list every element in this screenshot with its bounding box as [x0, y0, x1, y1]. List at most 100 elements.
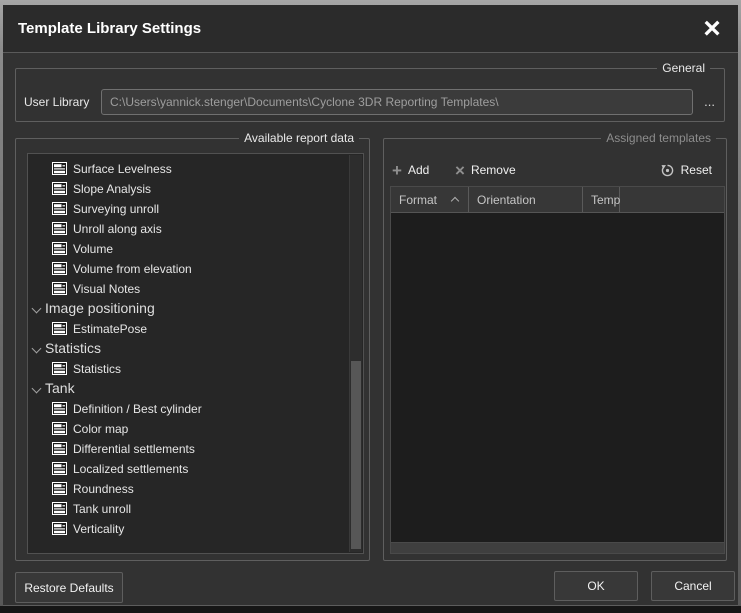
reset-circular-arrow-icon [660, 163, 675, 178]
chevron-down-icon [32, 304, 42, 314]
report-template-icon [52, 202, 67, 215]
column-header-format[interactable]: Format [391, 187, 469, 212]
column-header-label: Temp [591, 193, 620, 207]
close-icon[interactable]: × [696, 9, 728, 49]
tree-item-label: Tank unroll [73, 502, 131, 516]
report-template-icon [52, 162, 67, 175]
window-frame: Template Library Settings × General User… [0, 0, 741, 613]
tree-item-volume-from-elevation[interactable]: Volume from elevation [28, 259, 349, 279]
tree-item-label: Localized settlements [73, 462, 188, 476]
cancel-button[interactable]: Cancel [651, 571, 735, 601]
chevron-down-icon [32, 384, 42, 394]
vertical-scrollbar[interactable] [349, 155, 362, 552]
report-template-icon [52, 222, 67, 235]
dialog-title: Template Library Settings [18, 5, 201, 53]
tree-item-color-map[interactable]: Color map [28, 419, 349, 439]
available-group-title: Available report data [239, 131, 359, 145]
user-library-label: User Library [24, 95, 89, 109]
tree-group-tank[interactable]: Tank [28, 379, 349, 399]
column-header-orientation[interactable]: Orientation [469, 187, 583, 212]
general-group: General User Library C:\Users\yannick.st… [15, 68, 725, 122]
remove-button-label: Remove [471, 163, 516, 177]
tree-group-label: Image positioning [45, 300, 155, 316]
column-header-label: Orientation [477, 193, 536, 207]
table-header-row: Format Orientation Temp [391, 187, 724, 213]
tree-item-label: Surface Levelness [73, 162, 172, 176]
tree-item-label: Volume from elevation [73, 262, 192, 276]
table-body[interactable] [391, 213, 724, 529]
tree-item-localized-settlements[interactable]: Localized settlements [28, 459, 349, 479]
report-tree-panel: Surface Levelness Slope Analysis Surveyi… [27, 153, 364, 554]
tree-item-label: Verticality [73, 522, 124, 536]
tree-group-statistics[interactable]: Statistics [28, 339, 349, 359]
report-template-icon [52, 282, 67, 295]
tree-item-statistics[interactable]: Statistics [28, 359, 349, 379]
add-button-label: Add [408, 163, 429, 177]
report-template-icon [52, 262, 67, 275]
chevron-down-icon [32, 344, 42, 354]
add-button[interactable]: + Add [392, 159, 429, 181]
report-template-icon [52, 422, 67, 435]
tree-item-visual-notes[interactable]: Visual Notes [28, 279, 349, 299]
tree-item-differential-settlements[interactable]: Differential settlements [28, 439, 349, 459]
tree-item-label: Roundness [73, 482, 134, 496]
tree-item-unroll-along-axis[interactable]: Unroll along axis [28, 219, 349, 239]
horizontal-scrollbar[interactable] [390, 542, 725, 554]
tree-group-label: Tank [45, 380, 75, 396]
tree-item-estimatepose[interactable]: EstimatePose [28, 319, 349, 339]
tree-item-verticality[interactable]: Verticality [28, 519, 349, 539]
column-header-empty[interactable] [620, 187, 724, 212]
tree-item-label: Slope Analysis [73, 182, 151, 196]
remove-button[interactable]: × Remove [455, 159, 516, 181]
plus-icon: + [392, 162, 402, 179]
assigned-templates-table[interactable]: Format Orientation Temp [390, 186, 725, 554]
report-template-icon [52, 482, 67, 495]
reset-button[interactable]: Reset [660, 159, 712, 181]
report-template-icon [52, 502, 67, 515]
tree-item-definition-best-cylinder[interactable]: Definition / Best cylinder [28, 399, 349, 419]
tree-item-label: Unroll along axis [73, 222, 162, 236]
tree-item-label: Color map [73, 422, 128, 436]
tree-item-volume[interactable]: Volume [28, 239, 349, 259]
ok-button[interactable]: OK [554, 571, 638, 601]
report-template-icon [52, 442, 67, 455]
report-template-icon [52, 182, 67, 195]
tree-group-image-positioning[interactable]: Image positioning [28, 299, 349, 319]
tree-item-surface-levelness[interactable]: Surface Levelness [28, 159, 349, 179]
column-header-temp[interactable]: Temp [583, 187, 620, 212]
tree-item-label: Statistics [73, 362, 121, 376]
assigned-group-title: Assigned templates [601, 131, 716, 145]
tree-item-surveying-unroll[interactable]: Surveying unroll [28, 199, 349, 219]
reset-button-label: Reset [681, 163, 712, 177]
browse-button[interactable]: ... [700, 89, 719, 115]
report-template-icon [52, 522, 67, 535]
tree-item-label: Differential settlements [73, 442, 195, 456]
report-tree: Surface Levelness Slope Analysis Surveyi… [28, 159, 349, 539]
tree-item-label: Definition / Best cylinder [73, 402, 202, 416]
general-group-title: General [657, 61, 710, 75]
tree-item-slope-analysis[interactable]: Slope Analysis [28, 179, 349, 199]
template-library-settings-dialog: Template Library Settings × General User… [3, 5, 738, 606]
tree-item-label: Visual Notes [73, 282, 140, 296]
report-template-icon [52, 462, 67, 475]
tree-item-label: Volume [73, 242, 113, 256]
window-frame-bottom [0, 606, 741, 613]
tree-group-label: Statistics [45, 340, 101, 356]
tree-item-label: EstimatePose [73, 322, 147, 336]
tree-item-tank-unroll[interactable]: Tank unroll [28, 499, 349, 519]
tree-item-label: Surveying unroll [73, 202, 159, 216]
cross-icon: × [455, 162, 465, 179]
user-library-input[interactable]: C:\Users\yannick.stenger\Documents\Cyclo… [101, 89, 693, 115]
sort-ascending-icon [451, 197, 459, 205]
restore-defaults-button[interactable]: Restore Defaults [15, 572, 123, 603]
report-template-icon [52, 402, 67, 415]
column-header-label: Format [399, 193, 437, 207]
assigned-templates-group: Assigned templates + Add × Remove Reset [383, 138, 727, 561]
report-template-icon [52, 242, 67, 255]
available-report-data-group: Available report data Surface Levelness [15, 138, 370, 561]
scrollbar-thumb[interactable] [351, 361, 361, 549]
tree-item-roundness[interactable]: Roundness [28, 479, 349, 499]
report-template-icon [52, 362, 67, 375]
titlebar[interactable]: Template Library Settings × [3, 5, 738, 53]
report-template-icon [52, 322, 67, 335]
